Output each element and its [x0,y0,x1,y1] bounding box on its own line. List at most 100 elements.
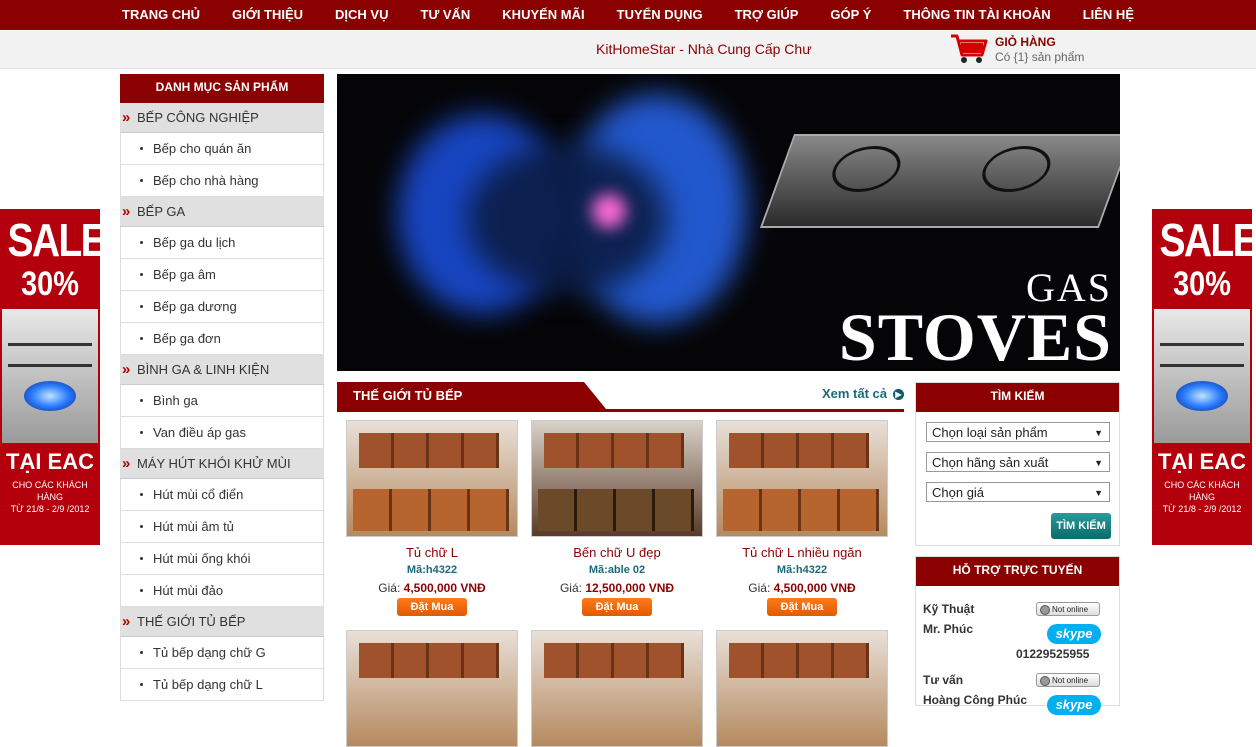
blue-flame-image [467,144,667,294]
menu-item[interactable]: Van điều áp gas [120,417,324,449]
hero-banner[interactable]: GAS STOVES [337,74,1120,371]
buy-button[interactable]: Đặt Mua [581,598,653,616]
category-gas-stoves[interactable]: BẾP GA [120,197,324,227]
category-industrial-stoves[interactable]: BẾP CÔNG NGHIỆP [120,103,324,133]
product-card[interactable] [531,630,703,747]
product-image[interactable] [531,630,703,747]
nav-home[interactable]: TRANG CHỦ [106,0,216,30]
nav-promotions[interactable]: KHUYẾN MÃI [486,0,600,30]
status-dot-icon [1040,604,1050,615]
sale-place: TẠI EAC [6,449,94,474]
products-section-header: THẾ GIỚI TỦ BẾP Xem tất cả ▶ [337,382,904,412]
nav-feedback[interactable]: GÓP Ý [814,0,887,30]
flame-core [592,194,626,228]
menu-item[interactable]: Bếp ga đơn [120,323,324,355]
product-card[interactable]: Bến chữ U đẹp Mã:able 02 Giá: 12,500,000… [531,420,703,616]
category-kitchen-cabinets[interactable]: THẾ GIỚI TỦ BẾP [120,607,324,637]
status-dot-icon [1040,675,1050,686]
online-support-panel: HỖ TRỢ TRỰC TUYẾN Kỹ Thuật Not online Mr… [915,556,1120,715]
product-image[interactable] [346,420,518,537]
product-price: Giá: 4,500,000 VNĐ [716,581,888,595]
shopping-cart-icon[interactable] [950,33,988,65]
gas-burner-image [1154,309,1250,443]
sale-word: SALE [1159,214,1253,266]
buy-button[interactable]: Đặt Mua [766,598,838,616]
support-role: Kỹ Thuật [923,602,975,616]
nav-about[interactable]: GIỚI THIỆU [216,0,319,30]
select-value: Chọn loại sản phẩm [932,425,1048,440]
status-badge[interactable]: Not online [1036,602,1100,616]
nav-contact[interactable]: LIÊN HỆ [1067,0,1150,30]
top-navigation: TRANG CHỦ GIỚI THIỆU DỊCH VỤ TƯ VẤN KHUY… [0,0,1256,30]
search-title: TÌM KIẾM [916,383,1119,412]
status-badge[interactable]: Not online [1036,673,1100,687]
skype-icon[interactable]: skype [1047,624,1101,644]
nav-account[interactable]: THÔNG TIN TÀI KHOẢN [887,0,1066,30]
select-value: Chọn giá [932,485,985,500]
cart-title[interactable]: GIỎ HÀNG [995,35,1056,49]
left-sale-banner[interactable]: SALE 30% TẠI EAC CHO CÁC KHÁCH HÀNG TỪ 2… [0,209,100,545]
product-name[interactable]: Bến chữ U đẹp [531,545,703,560]
gas-stove-image [759,134,1120,228]
menu-item[interactable]: Hút mùi âm tủ [120,511,324,543]
view-all-link[interactable]: Xem tất cả ▶ [822,386,904,401]
product-image[interactable] [716,630,888,747]
menu-item[interactable]: Bếp ga âm [120,259,324,291]
buy-button[interactable]: Đặt Mua [396,598,468,616]
nav-help[interactable]: TRỢ GIÚP [719,0,815,30]
category-gas-cylinders[interactable]: BÌNH GA & LINH KIỆN [120,355,324,385]
product-image[interactable] [531,420,703,537]
price-label: Giá: [748,581,771,595]
category-menu-title: DANH MỤC SẢN PHẨM [120,74,324,103]
nav-consult[interactable]: TƯ VẤN [405,0,487,30]
sale-line-1: CHO CÁC KHÁCH HÀNG [12,480,88,502]
product-card[interactable] [346,630,518,747]
search-button[interactable]: TÌM KIẾM [1051,513,1111,539]
sale-percent: 30% [1173,265,1231,303]
menu-item[interactable]: Tủ bếp dạng chữ L [120,669,324,701]
search-panel: TÌM KIẾM Chọn loại sản phẩm ▼ Chọn hãng s… [915,382,1120,546]
support-name: Hoàng Công Phúc [923,693,1027,707]
status-text: Not online [1052,605,1089,614]
price-value: 4,500,000 VNĐ [773,581,856,595]
product-card[interactable]: Tủ chữ L Mã:h4322 Giá: 4,500,000 VNĐ Đặt… [346,420,518,616]
menu-item[interactable]: Bếp ga dương [120,291,324,323]
sale-line-1: CHO CÁC KHÁCH HÀNG [1164,480,1240,502]
menu-item[interactable]: Tủ bếp dạng chữ G [120,637,324,669]
manufacturer-select[interactable]: Chọn hãng sản xuất ▼ [926,452,1110,472]
product-code: Mã:h4322 [776,564,828,576]
nav-services[interactable]: DỊCH VỤ [319,0,404,30]
status-text: Not online [1052,676,1089,685]
product-type-select[interactable]: Chọn loại sản phẩm ▼ [926,422,1110,442]
skype-icon[interactable]: skype [1047,695,1101,715]
menu-item[interactable]: Bình ga [120,385,324,417]
product-card[interactable]: Tủ chữ L nhiều ngăn Mã:h4322 Giá: 4,500,… [716,420,888,616]
product-code: Mã:able 02 [588,564,646,576]
select-value: Chọn hãng sản xuất [932,455,1049,470]
price-select[interactable]: Chọn giá ▼ [926,482,1110,502]
product-price: Giá: 12,500,000 VNĐ [531,581,703,595]
product-code: Mã:h4322 [406,564,458,576]
right-sale-banner[interactable]: SALE 30% TẠI EAC CHO CÁC KHÁCH HÀNG TỪ 2… [1152,209,1252,545]
product-image[interactable] [716,420,888,537]
menu-item[interactable]: Hút mùi ống khói [120,543,324,575]
menu-item[interactable]: Bếp ga du lịch [120,227,324,259]
dropdown-arrow-icon: ▼ [1094,428,1103,438]
category-range-hoods[interactable]: MÁY HÚT KHÓI KHỬ MÙI [120,449,324,479]
product-name[interactable]: Tủ chữ L [346,545,518,560]
arrow-right-icon: ▶ [893,389,904,401]
menu-item[interactable]: Bếp cho nhà hàng [120,165,324,197]
menu-item[interactable]: Hút mùi cổ điển [120,479,324,511]
sale-line-2: TỪ 21/8 - 2/9 /2012 [10,504,90,514]
menu-item[interactable]: Hút mùi đảo [120,575,324,607]
menu-item[interactable]: Bếp cho quán ăn [120,133,324,165]
nav-recruitment[interactable]: TUYỂN DỤNG [601,0,719,30]
sale-percent: 30% [21,265,79,303]
product-image[interactable] [346,630,518,747]
product-card[interactable] [716,630,888,747]
sale-line-2: TỪ 21/8 - 2/9 /2012 [1162,504,1242,514]
product-name[interactable]: Tủ chữ L nhiều ngăn [716,545,888,560]
view-all-label: Xem tất cả [821,386,887,401]
support-phone: 01229525955 [1016,647,1090,661]
sale-word: SALE [7,214,101,266]
